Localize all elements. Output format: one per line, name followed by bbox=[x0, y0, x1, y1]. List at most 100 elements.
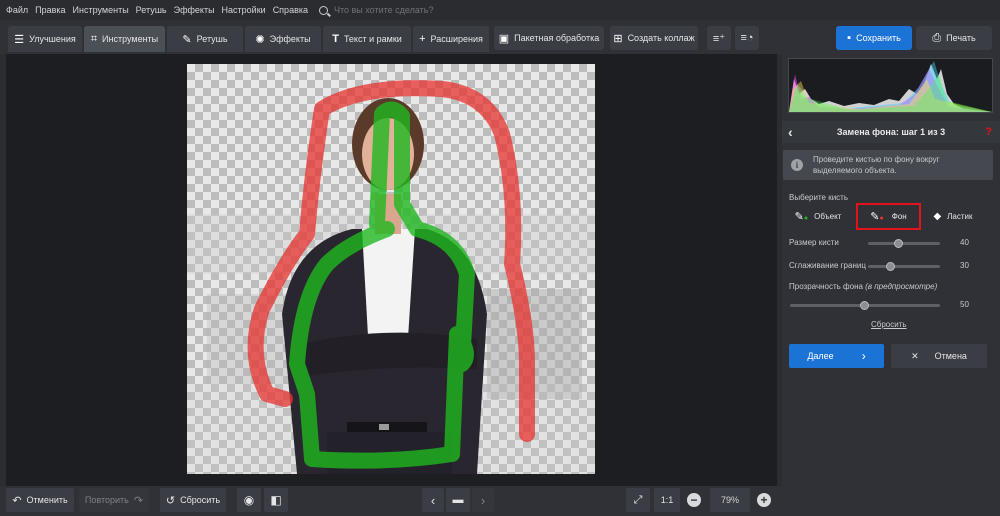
search-icon[interactable] bbox=[319, 5, 328, 15]
print-label: Печать bbox=[946, 33, 976, 43]
brush-size-value: 40 bbox=[960, 238, 969, 247]
presets-add-button[interactable]: ≡⁺ bbox=[707, 26, 731, 50]
eraser-label: Ластик bbox=[947, 211, 973, 221]
sparkle-icon: ✺ bbox=[255, 33, 265, 46]
chevron-right-icon: › bbox=[480, 492, 486, 508]
image-stack-icon: ▣ bbox=[498, 32, 510, 45]
brush-size-thumb[interactable] bbox=[894, 239, 903, 248]
presets-history-button[interactable]: ≡◔ bbox=[735, 26, 759, 50]
menu-help[interactable]: Справка bbox=[273, 5, 308, 15]
next-image-button[interactable]: › bbox=[472, 488, 494, 512]
tab-effects[interactable]: ✺ Эффекты bbox=[245, 26, 321, 52]
brush-background-icon: ✎● bbox=[870, 211, 884, 223]
fit-screen-icon: ⤢ bbox=[633, 493, 643, 506]
redo-button[interactable]: Повторить ↷ bbox=[79, 488, 149, 512]
compare-icon: ◧ bbox=[270, 493, 282, 507]
printer-icon: ⎙ bbox=[932, 31, 942, 44]
zoom-out-icon[interactable]: − bbox=[687, 493, 701, 507]
ratio-label: 1:1 bbox=[660, 495, 674, 505]
bg-opacity-thumb[interactable] bbox=[860, 301, 869, 310]
menu-retouch[interactable]: Ретушь bbox=[136, 5, 167, 15]
tab-label: Улучшения bbox=[29, 34, 76, 44]
reset-icon: ↺ bbox=[165, 494, 176, 507]
tab-label: Расширения bbox=[430, 34, 483, 44]
undo-button[interactable]: ↶ Отменить bbox=[6, 488, 74, 512]
zoom-in-icon[interactable]: + bbox=[757, 493, 771, 507]
collage-icon: ⊞ bbox=[613, 32, 623, 45]
edge-smoothing-slider[interactable] bbox=[868, 262, 940, 271]
tab-label: Инструменты bbox=[102, 34, 159, 44]
create-collage-button[interactable]: ⊞ Создать коллаж bbox=[610, 26, 698, 50]
help-icon[interactable]: ? bbox=[985, 126, 992, 138]
brush-size-track bbox=[868, 242, 940, 245]
crop-icon: ⌗ bbox=[90, 32, 98, 45]
histogram-graph bbox=[789, 61, 992, 112]
collage-label: Создать коллаж bbox=[627, 33, 695, 43]
edge-smoothing-value: 30 bbox=[960, 261, 969, 270]
print-button[interactable]: ⎙ Печать bbox=[916, 26, 992, 50]
brush-size-slider[interactable] bbox=[868, 239, 940, 248]
next-button[interactable]: Далее › bbox=[789, 344, 884, 368]
reset-button[interactable]: ↺ Сбросить bbox=[160, 488, 226, 512]
edge-smoothing-label: Сглаживание границ bbox=[789, 261, 866, 270]
menu-edit[interactable]: Правка bbox=[35, 5, 65, 15]
tab-label: Ретушь bbox=[196, 34, 228, 44]
close-icon: ✕ bbox=[911, 350, 919, 361]
eraser-button[interactable]: ◆ Ластик bbox=[926, 205, 980, 227]
toolbar: ☰ Улучшения ⌗ Инструменты ✎ Ретушь ✺ Эфф… bbox=[0, 20, 1000, 54]
tab-text-frames[interactable]: T Текст и рамки bbox=[323, 26, 411, 52]
menu-file[interactable]: Файл bbox=[6, 5, 28, 15]
actual-size-button[interactable]: 1:1 bbox=[654, 488, 680, 512]
brush-background-label: Фон bbox=[891, 212, 907, 221]
save-button[interactable]: ▪ Сохранить bbox=[836, 26, 912, 50]
bg-opacity-slider[interactable] bbox=[790, 301, 940, 310]
photo-illustration bbox=[187, 80, 595, 474]
plus-icon: + bbox=[419, 33, 426, 45]
panel-title: Замена фона: шаг 1 из 3 bbox=[836, 127, 946, 137]
tab-label: Эффекты bbox=[269, 34, 311, 44]
brush-object-button[interactable]: ✎● Объект bbox=[790, 205, 846, 227]
brush-background-button[interactable]: ✎● Фон bbox=[856, 203, 921, 230]
photo-canvas[interactable] bbox=[187, 64, 595, 474]
menu-tools[interactable]: Инструменты bbox=[73, 5, 129, 15]
prev-image-button[interactable]: ‹ bbox=[422, 488, 444, 512]
eraser-icon: ◆ bbox=[933, 210, 942, 222]
brush-size-label: Размер кисти bbox=[789, 238, 839, 247]
save-label: Сохранить bbox=[856, 33, 901, 43]
brush-object-label: Объект bbox=[814, 211, 842, 221]
zoom-level[interactable]: 79% bbox=[710, 488, 750, 512]
chevron-left-icon: ‹ bbox=[430, 492, 436, 508]
search-input[interactable] bbox=[334, 5, 474, 15]
tab-extensions[interactable]: + Расширения bbox=[413, 26, 489, 52]
brush-object-icon: ✎● bbox=[794, 210, 809, 223]
tab-enhancements[interactable]: ☰ Улучшения bbox=[8, 26, 82, 52]
menu-bar: Файл Правка Инструменты Ретушь Эффекты Н… bbox=[0, 0, 1000, 20]
menu-settings[interactable]: Настройки bbox=[222, 5, 266, 15]
cancel-button[interactable]: ✕ Отмена bbox=[891, 344, 987, 368]
batch-processing-button[interactable]: ▣ Пакетная обработка bbox=[494, 26, 604, 50]
bg-opacity-value: 50 bbox=[960, 300, 969, 309]
text-icon: T bbox=[332, 33, 339, 45]
reset-label: Сбросить bbox=[180, 495, 221, 505]
bottom-bar: ↶ Отменить Повторить ↷ ↺ Сбросить ◉ ◧ ‹ … bbox=[0, 486, 782, 516]
tab-tools[interactable]: ⌗ Инструменты bbox=[84, 26, 165, 52]
menu-effects[interactable]: Эффекты bbox=[174, 5, 215, 15]
info-icon: i bbox=[791, 159, 803, 171]
tab-retouch[interactable]: ✎ Ретушь bbox=[167, 26, 243, 52]
fit-screen-button[interactable]: ⤢ bbox=[626, 488, 650, 512]
preview-toggle-button[interactable]: ◉ bbox=[237, 488, 261, 512]
back-chevron-icon[interactable]: ‹ bbox=[788, 124, 793, 140]
edge-smoothing-track bbox=[868, 265, 940, 268]
panel-header: ‹ Замена фона: шаг 1 из 3 ? bbox=[782, 121, 1000, 143]
compare-button[interactable]: ◧ bbox=[264, 488, 288, 512]
chevron-right-icon: › bbox=[861, 349, 866, 363]
open-folder-button[interactable]: ▬ bbox=[446, 488, 470, 512]
hint-text: Проведите кистью по фону вокруг выделяем… bbox=[813, 155, 940, 175]
undo-label: Отменить bbox=[26, 495, 68, 505]
presets-add-icon: ≡⁺ bbox=[712, 32, 726, 45]
zoom-value: 79% bbox=[720, 495, 739, 505]
choose-brush-label: Выберите кисть bbox=[789, 193, 848, 202]
edge-smoothing-thumb[interactable] bbox=[886, 262, 895, 271]
presets-history-icon: ≡◔ bbox=[740, 32, 754, 44]
reset-settings-link[interactable]: Сбросить bbox=[871, 320, 907, 329]
